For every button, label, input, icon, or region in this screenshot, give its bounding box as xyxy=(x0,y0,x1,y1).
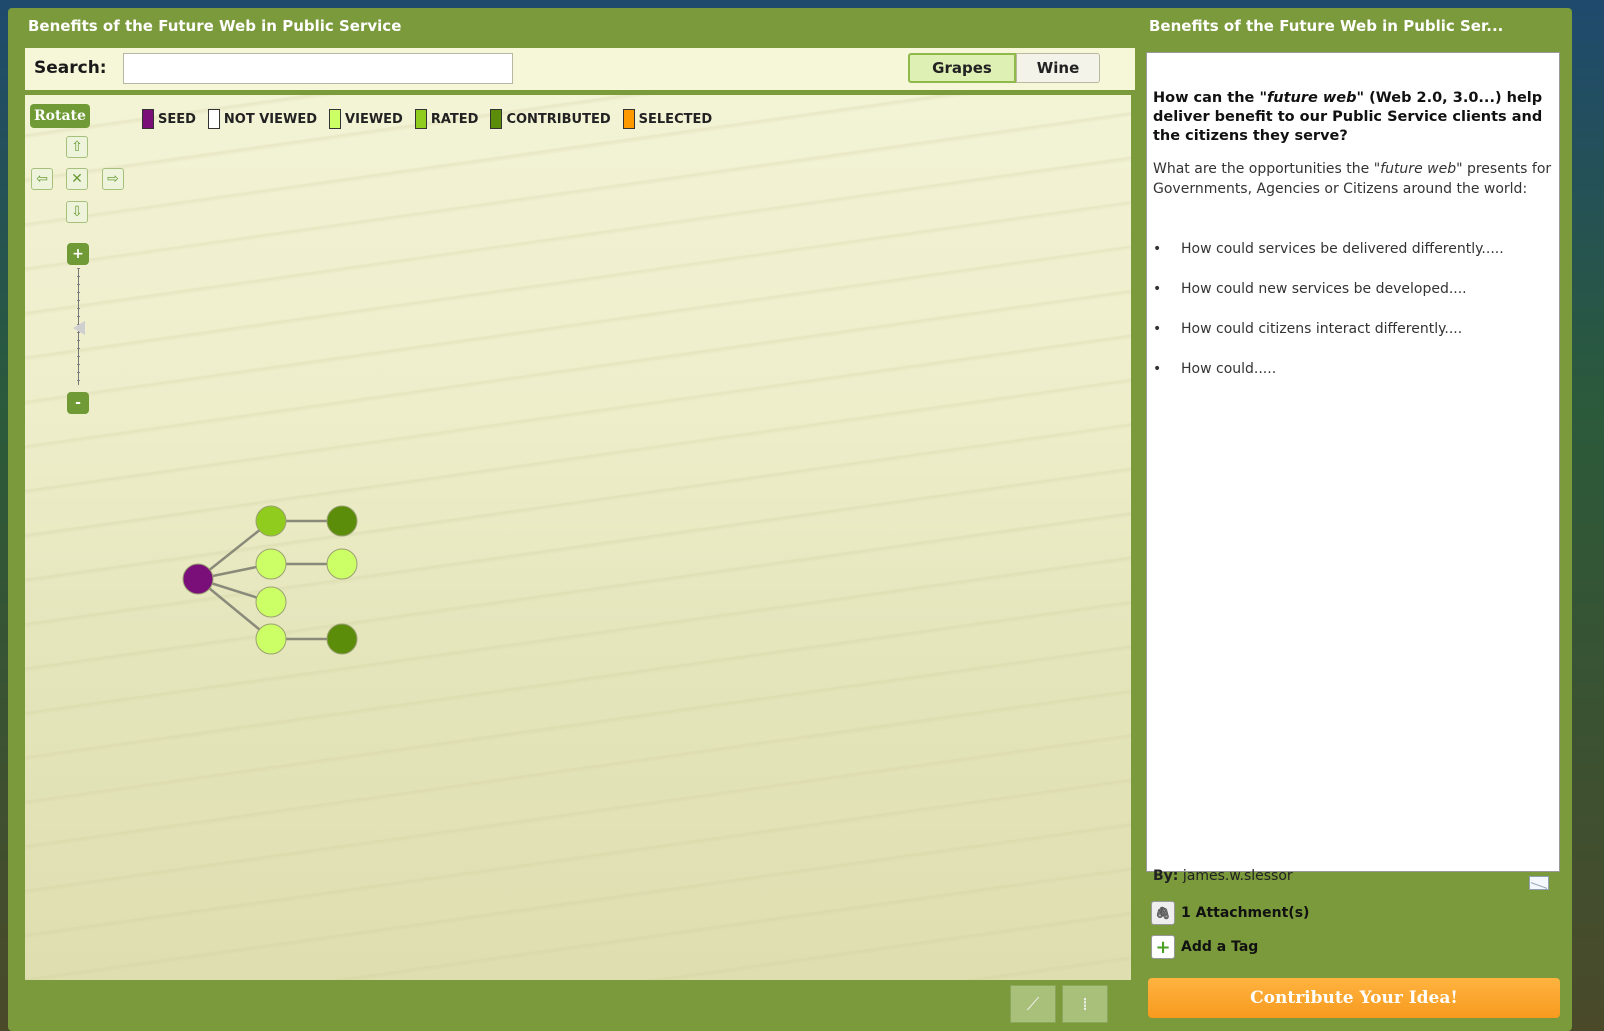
grapes-toggle-button[interactable]: Grapes xyxy=(908,53,1016,83)
graph-node-viewed[interactable] xyxy=(255,548,287,580)
list-view-icon[interactable]: ⁞ xyxy=(1062,985,1108,1023)
wine-toggle-button[interactable]: Wine xyxy=(1016,53,1100,83)
search-bar: Search: Grapes Wine xyxy=(25,48,1135,90)
author-label: By: xyxy=(1153,868,1179,884)
graph-node-contributed[interactable] xyxy=(326,623,358,655)
add-tag-label[interactable]: Add a Tag xyxy=(1181,939,1258,955)
view-switcher: ⟋ ⁞ xyxy=(1010,985,1108,1023)
bullet-text: How could services be delivered differen… xyxy=(1181,241,1504,257)
question-emphasis: "future web" xyxy=(1259,90,1365,106)
author-row: By: james.w.slessor xyxy=(1153,868,1293,884)
graph-node-seed[interactable] xyxy=(182,563,214,595)
intro-prefix: What are the opportunities the xyxy=(1153,161,1374,177)
bullet-dot: • xyxy=(1153,241,1162,257)
contribute-idea-button[interactable]: Contribute Your Idea! xyxy=(1148,978,1560,1018)
bullet-dot: • xyxy=(1153,361,1162,377)
graph-node-rated[interactable] xyxy=(255,505,287,537)
idea-bullet-item: • How could citizens interact differently… xyxy=(1153,321,1553,361)
author-name: james.w.slessor xyxy=(1182,868,1293,884)
detail-panel-title: Benefits of the Future Web in Public Ser… xyxy=(1149,17,1504,35)
attachments-label[interactable]: 1 Attachment(s) xyxy=(1181,905,1309,921)
graph-node-viewed[interactable] xyxy=(326,548,358,580)
idea-bullet-item: • How could services be delivered differe… xyxy=(1153,241,1553,281)
bullet-text: How could..... xyxy=(1181,361,1277,377)
plus-icon[interactable]: + xyxy=(1151,935,1175,959)
idea-map-canvas[interactable]: Rotate ⇧ ⇦ ✕ ⇨ ⇩ + - SEED NOT VIEWED VIEWE… xyxy=(25,95,1131,980)
graph-node-viewed[interactable] xyxy=(255,586,287,618)
idea-intro: What are the opportunities the "future w… xyxy=(1153,159,1553,199)
idea-bullet-list: • How could services be delivered differe… xyxy=(1153,241,1553,401)
bullet-text: How could new services be developed.... xyxy=(1181,281,1467,297)
idea-question: How can the "future web" (Web 2.0, 3.0..… xyxy=(1153,89,1553,146)
question-prefix: How can the xyxy=(1153,90,1260,106)
idea-bullet-item: • How could..... xyxy=(1153,361,1553,401)
graph-node-contributed[interactable] xyxy=(326,505,358,537)
idea-graph[interactable] xyxy=(25,95,1131,980)
add-tag-row[interactable]: + Add a Tag xyxy=(1151,935,1258,959)
graph-view-icon[interactable]: ⟋ xyxy=(1010,985,1056,1023)
paperclip-icon[interactable]: 🖇 xyxy=(1151,901,1175,925)
intro-emphasis: "future web" xyxy=(1373,161,1463,177)
mail-icon[interactable] xyxy=(1529,876,1549,890)
bullet-dot: • xyxy=(1153,281,1162,297)
attachments-row[interactable]: 🖇 1 Attachment(s) xyxy=(1151,901,1309,925)
search-label: Search: xyxy=(34,58,107,78)
map-panel-title: Benefits of the Future Web in Public Ser… xyxy=(28,17,402,35)
idea-bullet-item: • How could new services be developed.... xyxy=(1153,281,1553,321)
bullet-text: How could citizens interact differently.… xyxy=(1181,321,1463,337)
idea-detail-box: How can the "future web" (Web 2.0, 3.0..… xyxy=(1146,52,1560,872)
search-input[interactable] xyxy=(123,53,513,84)
graph-node-viewed[interactable] xyxy=(255,623,287,655)
bullet-dot: • xyxy=(1153,321,1162,337)
